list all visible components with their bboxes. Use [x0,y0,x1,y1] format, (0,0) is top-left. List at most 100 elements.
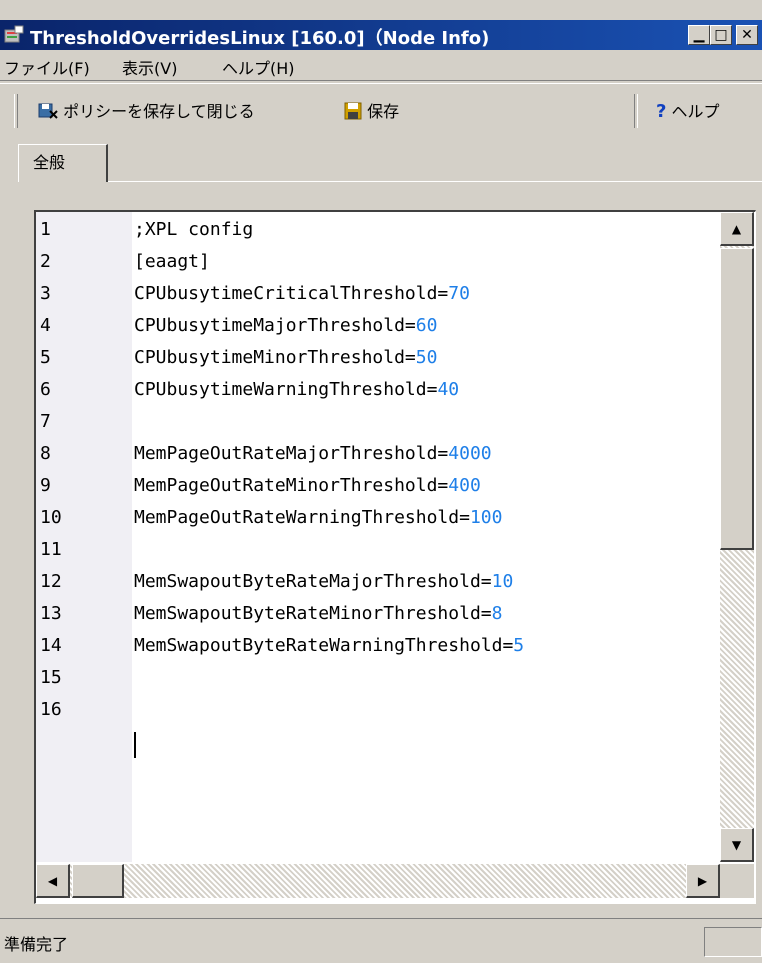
scroll-right-button[interactable]: ▶ [686,864,720,898]
save-close-icon [38,103,58,119]
line-number: 9 [40,475,51,496]
setting-key: [eaagt] [134,251,210,272]
setting-value: 8 [491,603,503,624]
setting-key: MemPageOutRateMajorThreshold= [134,443,449,464]
editor-line: 7 [36,406,736,438]
setting-key: CPUbusytimeWarningThreshold= [134,379,438,400]
setting-value: 60 [415,315,438,336]
window-title: ThresholdOverridesLinux [160.0]（Node Inf… [30,28,490,49]
line-text: CPUbusytimeWarningThreshold=40 [134,374,459,406]
line-number: 11 [40,539,62,560]
minimize-button[interactable]: ▁ [688,25,710,45]
setting-value: 5 [513,635,525,656]
editor-line: 16 [36,694,736,726]
editor-line: 12 MemSwapoutByteRateMajorThreshold=10 [36,566,736,598]
vertical-scroll-thumb[interactable] [720,248,754,550]
text-caret [134,732,136,758]
line-number: 7 [40,411,51,432]
close-icon: ✕ [741,27,753,43]
line-number: 8 [40,443,51,464]
help-icon: ? [656,101,667,122]
status-bar: 準備完了 [0,918,762,963]
status-panel [704,927,762,957]
editor-line: 2 [eaagt] [36,246,736,278]
menu-bar: ファイル(F) 表示(V) ヘルプ(H) [0,50,762,80]
save-and-close-button[interactable]: ポリシーを保存して閉じる [38,98,255,122]
editor-line: 11 [36,534,736,566]
scroll-down-button[interactable]: ▼ [720,828,754,862]
editor-line: 4 CPUbusytimeMajorThreshold=60 [36,310,736,342]
save-label: 保存 [367,102,400,121]
policy-editor-window: ThresholdOverridesLinux [160.0]（Node Inf… [0,0,762,962]
menu-view[interactable]: 表示(V) [122,55,177,79]
line-number: 13 [40,603,62,624]
line-text: MemPageOutRateMajorThreshold=4000 [134,438,492,470]
line-number: 3 [40,283,51,304]
setting-key: MemSwapoutByteRateWarningThreshold= [134,635,514,656]
line-text: MemSwapoutByteRateMinorThreshold=8 [134,598,502,630]
maximize-icon: □ [714,27,728,43]
menu-help[interactable]: ヘルプ(H) [222,55,295,79]
app-icon [4,25,24,43]
scroll-up-button[interactable]: ▲ [720,212,754,246]
line-number: 1 [40,219,51,240]
help-label: ヘルプ [671,102,720,121]
line-number: 2 [40,251,51,272]
minimize-icon: ▁ [693,27,705,43]
setting-key: CPUbusytimeMajorThreshold= [134,315,416,336]
tab-strip: 全般 [0,136,762,182]
line-text: MemPageOutRateWarningThreshold=100 [134,502,502,534]
setting-key: CPUbusytimeMinorThreshold= [134,347,416,368]
setting-key: MemPageOutRateWarningThreshold= [134,507,470,528]
toolbar-grip[interactable] [14,94,18,128]
save-and-close-label: ポリシーを保存して閉じる [63,102,255,121]
menu-file[interactable]: ファイル(F) [4,55,90,79]
toolbar: ポリシーを保存して閉じる 保存 ? ヘルプ [0,84,762,136]
save-button[interactable]: 保存 [344,98,399,122]
tab-panel-edge [108,181,762,182]
status-text: 準備完了 [4,935,69,954]
editor-line: 3 CPUbusytimeCriticalThreshold=70 [36,278,736,310]
setting-value: 50 [415,347,438,368]
toolbar-separator [634,94,638,128]
line-text: [eaagt] [134,246,210,278]
maximize-button[interactable]: □ [710,25,732,45]
setting-value: 4000 [448,443,492,464]
arrow-right-icon: ▶ [697,874,708,888]
arrow-down-icon: ▼ [731,838,742,852]
help-button[interactable]: ? ヘルプ [656,98,720,122]
line-text: CPUbusytimeCriticalThreshold=70 [134,278,470,310]
close-button[interactable]: ✕ [736,25,758,45]
scroll-left-button[interactable]: ◀ [36,864,70,898]
line-number: 10 [40,507,62,528]
line-text: CPUbusytimeMinorThreshold=50 [134,342,437,374]
save-icon [344,102,362,120]
editor-line: 1 ;XPL config [36,214,736,246]
line-number: 16 [40,699,62,720]
arrow-left-icon: ◀ [47,874,58,888]
line-number: 6 [40,379,51,400]
editor-line: 14 MemSwapoutByteRateWarningThreshold=5 [36,630,736,662]
config-text-editor[interactable]: 1 ;XPL config 2 [eaagt] 3 CPUbusytimeCritical… [34,210,756,904]
line-number: 5 [40,347,51,368]
setting-value: 400 [448,475,481,496]
editor-line: 10 MemPageOutRateWarningThreshold=100 [36,502,736,534]
setting-key: MemPageOutRateMinorThreshold= [134,475,449,496]
scroll-corner [720,864,754,898]
horizontal-scroll-thumb[interactable] [72,864,124,898]
editor-line: 15 [36,662,736,694]
editor-line: 6 CPUbusytimeWarningThreshold=40 [36,374,736,406]
line-number: 14 [40,635,62,656]
horizontal-scrollbar[interactable]: ◀ ▶ [36,864,720,898]
title-bar[interactable]: ThresholdOverridesLinux [160.0]（Node Inf… [0,20,762,50]
setting-key: CPUbusytimeCriticalThreshold= [134,283,449,304]
editor-line: 5 CPUbusytimeMinorThreshold=50 [36,342,736,374]
editor-line: 13 MemSwapoutByteRateMinorThreshold=8 [36,598,736,630]
line-number: 4 [40,315,51,336]
setting-value: 70 [448,283,470,304]
line-text: ;XPL config [134,214,253,246]
setting-value: 100 [469,507,503,528]
vertical-scrollbar[interactable]: ▲ ▼ [720,212,754,862]
tab-general[interactable]: 全般 [18,144,108,182]
setting-key: MemSwapoutByteRateMinorThreshold= [134,603,492,624]
